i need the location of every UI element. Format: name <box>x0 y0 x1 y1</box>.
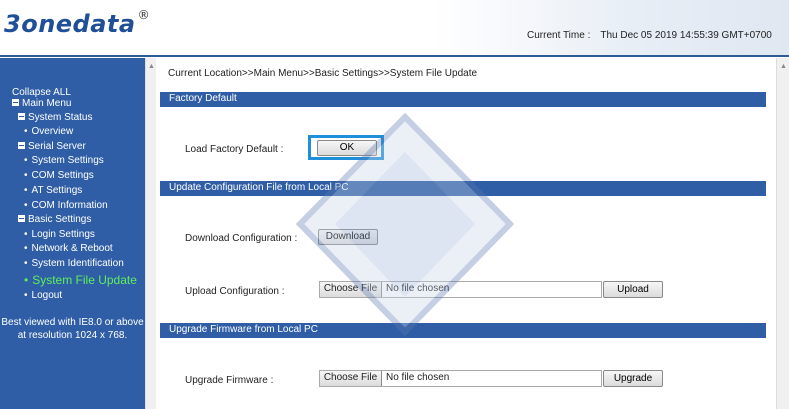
nav-serial-server[interactable]: Serial Server <box>18 141 86 152</box>
sidebar: Collapse ALL Main Menu System Status • Ov… <box>0 58 145 409</box>
collapse-icon <box>18 141 25 149</box>
nav-overview[interactable]: • Overview <box>24 126 73 137</box>
bullet-icon: • <box>24 155 28 166</box>
current-time-label: Current Time : <box>527 30 591 41</box>
sidebar-scrollbar[interactable]: ▲ <box>145 58 156 409</box>
upgrade-button[interactable]: Upgrade <box>603 370 663 387</box>
registered-mark: ® <box>137 8 151 22</box>
collapse-all-link[interactable]: Collapse ALL <box>12 87 71 98</box>
brand-logo: 3onedata ® <box>4 8 151 38</box>
nav-system-identification[interactable]: • System Identification <box>24 258 124 269</box>
nav-main-menu[interactable]: Main Menu <box>12 98 71 109</box>
bullet-icon: • <box>24 126 28 137</box>
main-content: Current Location>>Main Menu>>Basic Setti… <box>156 58 776 409</box>
load-factory-default-label: Load Factory Default : <box>185 144 284 155</box>
no-file-text: No file chosen <box>386 283 450 294</box>
nav-system-settings[interactable]: • System Settings <box>24 155 104 166</box>
upload-configuration-label: Upload Configuration : <box>185 286 285 297</box>
upload-file-input[interactable]: Choose File No file chosen <box>319 281 602 298</box>
choose-file-button[interactable]: Choose File <box>320 282 382 297</box>
section-upgrade-firmware: Upgrade Firmware from Local PC <box>160 323 766 338</box>
nav-com-information[interactable]: • COM Information <box>24 200 108 211</box>
firmware-file-input[interactable]: Choose File No file chosen <box>319 370 602 387</box>
nav-com-settings[interactable]: • COM Settings <box>24 170 94 181</box>
scroll-up-icon[interactable]: ▲ <box>780 63 787 70</box>
bullet-icon: • <box>24 170 28 181</box>
download-configuration-label: Download Configuration : <box>185 233 298 244</box>
nav-system-file-update[interactable]: • System File Update <box>24 273 137 287</box>
scroll-up-icon[interactable]: ▲ <box>148 63 155 70</box>
bullet-icon: • <box>24 185 28 196</box>
main-scrollbar[interactable]: ▲ <box>776 58 789 409</box>
bullet-icon: • <box>24 258 28 269</box>
current-time: Current Time : Thu Dec 05 2019 14:55:39 G… <box>527 30 772 41</box>
collapse-icon <box>12 98 19 106</box>
nav-network-reboot[interactable]: • Network & Reboot <box>24 243 113 254</box>
nav-basic-settings[interactable]: Basic Settings <box>18 214 91 225</box>
nav-login-settings[interactable]: • Login Settings <box>24 229 95 240</box>
collapse-icon <box>18 112 25 120</box>
breadcrumb: Current Location>>Main Menu>>Basic Setti… <box>168 68 478 79</box>
download-button[interactable]: Download <box>318 229 378 245</box>
bullet-icon: • <box>24 273 29 287</box>
header: 3onedata ® Current Time : Thu Dec 05 2019 … <box>0 0 789 57</box>
bullet-icon: • <box>24 290 28 301</box>
browser-note: Best viewed with IE8.0 or above at resol… <box>1 317 144 341</box>
no-file-text: No file chosen <box>386 372 450 383</box>
bullet-icon: • <box>24 243 28 254</box>
nav-at-settings[interactable]: • AT Settings <box>24 185 82 196</box>
choose-file-button[interactable]: Choose File <box>320 371 382 386</box>
bullet-icon: • <box>24 229 28 240</box>
nav-logout[interactable]: • Logout <box>24 290 62 301</box>
upgrade-firmware-label: Upgrade Firmware : <box>185 375 274 386</box>
current-time-value: Thu Dec 05 2019 14:55:39 GMT+0700 <box>600 30 772 41</box>
nav-system-status[interactable]: System Status <box>18 112 92 123</box>
ok-button[interactable]: OK <box>317 140 377 156</box>
section-update-config: Update Configuration File from Local PC <box>160 181 766 196</box>
collapse-icon <box>18 214 25 222</box>
upload-button[interactable]: Upload <box>603 281 663 298</box>
section-factory-default: Factory Default <box>160 92 766 107</box>
bullet-icon: • <box>24 200 28 211</box>
